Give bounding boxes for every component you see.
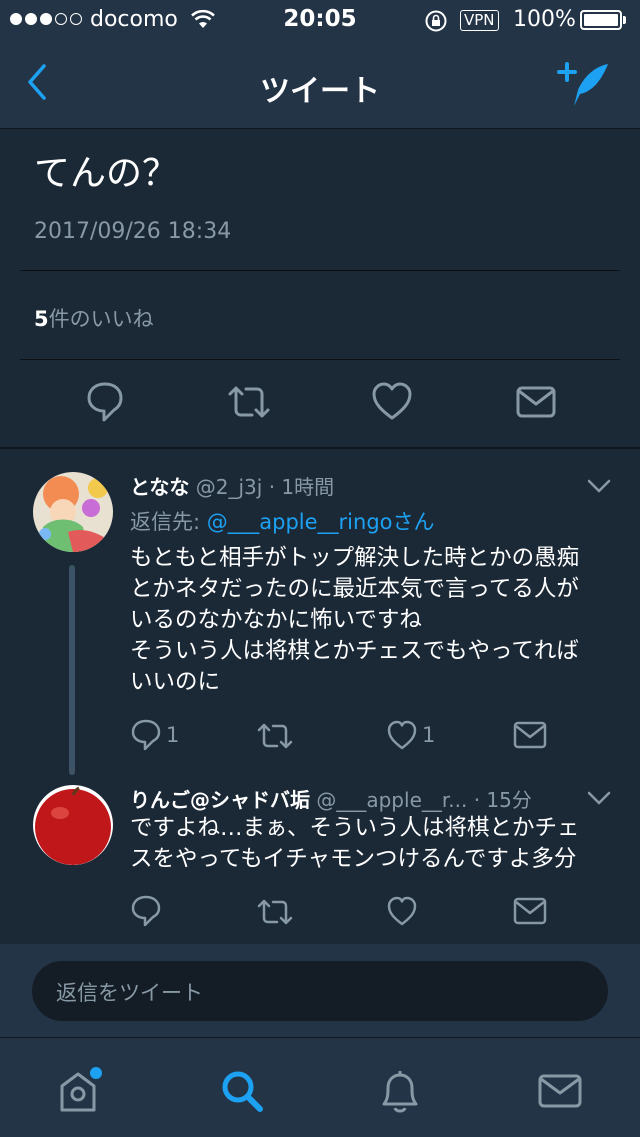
relative-time: · 1時間	[268, 475, 335, 499]
battery-percent: 100%	[513, 7, 576, 32]
tweet-text: てんの？	[34, 153, 179, 194]
reply-text: もともと相手がトップ解決した時とかの愚痴 とかネタだったのに最近本気で言ってる人…	[130, 543, 620, 698]
reply-composer-bar: 返信をツイート	[0, 944, 640, 1037]
tab-bar	[0, 1037, 640, 1137]
vpn-badge: VPN	[460, 10, 499, 31]
apple-avatar-icon	[33, 785, 113, 865]
likes-summary[interactable]: 5件のいいね	[34, 303, 154, 333]
share-mail-icon[interactable]	[513, 896, 547, 926]
reply-to-line: 返信先: @___apple__ringoさん	[130, 506, 435, 536]
reply-text: ですよね…まぁ、そういう人は将棋とかチェ スをやってもイチャモンつけるんですよ多…	[130, 813, 620, 875]
reply-header: りんご@シャドバ垢 @___apple__r... · 15分	[130, 784, 532, 813]
page-title: ツイート	[260, 74, 380, 109]
reply-text-line: スをやってもイチャモンつけるんですよ多分	[130, 846, 577, 872]
reply-text-line: もともと相手がトップ解決した時とかの愚痴	[130, 545, 580, 571]
likes-count: 5	[34, 307, 49, 331]
like-button[interactable]: 1	[386, 718, 435, 752]
search-icon	[222, 1071, 263, 1112]
reply-text-line: いいのに	[130, 669, 221, 695]
divider	[0, 447, 640, 449]
reply-to-label: 返信先:	[130, 510, 201, 534]
share-mail-icon[interactable]	[513, 720, 547, 750]
tab-notifications[interactable]	[376, 1066, 424, 1120]
chevron-down-icon[interactable]	[586, 790, 612, 806]
reply-to-user: @___apple__ringo	[206, 510, 393, 534]
divider	[20, 270, 620, 271]
chevron-down-icon[interactable]	[586, 478, 612, 494]
retweet-icon[interactable]	[256, 720, 294, 752]
reply-header: となな @2_j3j · 1時間	[130, 471, 334, 500]
reply-icon[interactable]	[86, 380, 124, 424]
like-count: 1	[422, 723, 436, 747]
bell-icon	[382, 1071, 418, 1113]
tab-home[interactable]	[56, 1066, 108, 1120]
tab-messages[interactable]	[536, 1066, 584, 1120]
display-name[interactable]: となな	[130, 475, 189, 499]
avatar-illustration	[33, 472, 113, 552]
retweet-icon[interactable]	[226, 380, 272, 424]
reply-text-line: とかネタだったのに最近本気で言ってる人が	[130, 576, 579, 602]
rotation-lock-icon	[425, 10, 447, 32]
tweet-action-bar	[0, 380, 640, 428]
like-heart-icon[interactable]	[386, 894, 418, 928]
user-handle: @___apple__r...	[316, 788, 468, 812]
reply-to-mention[interactable]: @___apple__ringoさん	[207, 510, 435, 534]
user-handle: @2_j3j	[195, 475, 263, 499]
home-icon	[60, 1067, 102, 1112]
share-mail-icon[interactable]	[516, 380, 556, 424]
reply-text-line: いるのなかなかに怖いですね	[130, 607, 422, 633]
status-bar: docomo 20:05 VPN 100%	[0, 0, 640, 40]
reply-to-suffix: さん	[392, 510, 435, 534]
battery-icon	[580, 10, 622, 30]
reply-icon	[131, 719, 161, 751]
reply-input[interactable]: 返信をツイート	[32, 961, 608, 1021]
reply-button[interactable]: 1	[130, 718, 179, 752]
tab-search[interactable]	[216, 1066, 266, 1120]
reply-text-line: ですよね…まぁ、そういう人は将棋とかチェ	[130, 815, 580, 841]
reply-count: 1	[166, 723, 180, 747]
divider	[20, 359, 620, 360]
like-heart-icon	[387, 720, 417, 750]
thread-connector	[69, 565, 75, 775]
avatar[interactable]	[33, 785, 113, 865]
relative-time: · 15分	[473, 788, 532, 812]
mail-icon	[538, 1074, 582, 1108]
compose-tweet-icon[interactable]	[556, 58, 616, 112]
reply-text-line: そういう人は将棋とかチェスでもやってれば	[130, 638, 579, 664]
avatar[interactable]	[33, 472, 113, 552]
navigation-bar: ツイート	[0, 40, 640, 129]
tweet-timestamp: 2017/09/26 18:34	[34, 219, 232, 244]
like-heart-icon[interactable]	[371, 380, 413, 424]
likes-label: 件のいいね	[48, 307, 154, 331]
reply-icon[interactable]	[130, 894, 162, 928]
retweet-icon[interactable]	[256, 896, 294, 928]
reply-placeholder: 返信をツイート	[56, 981, 203, 1005]
display-name[interactable]: りんご@シャドバ垢	[130, 788, 310, 812]
